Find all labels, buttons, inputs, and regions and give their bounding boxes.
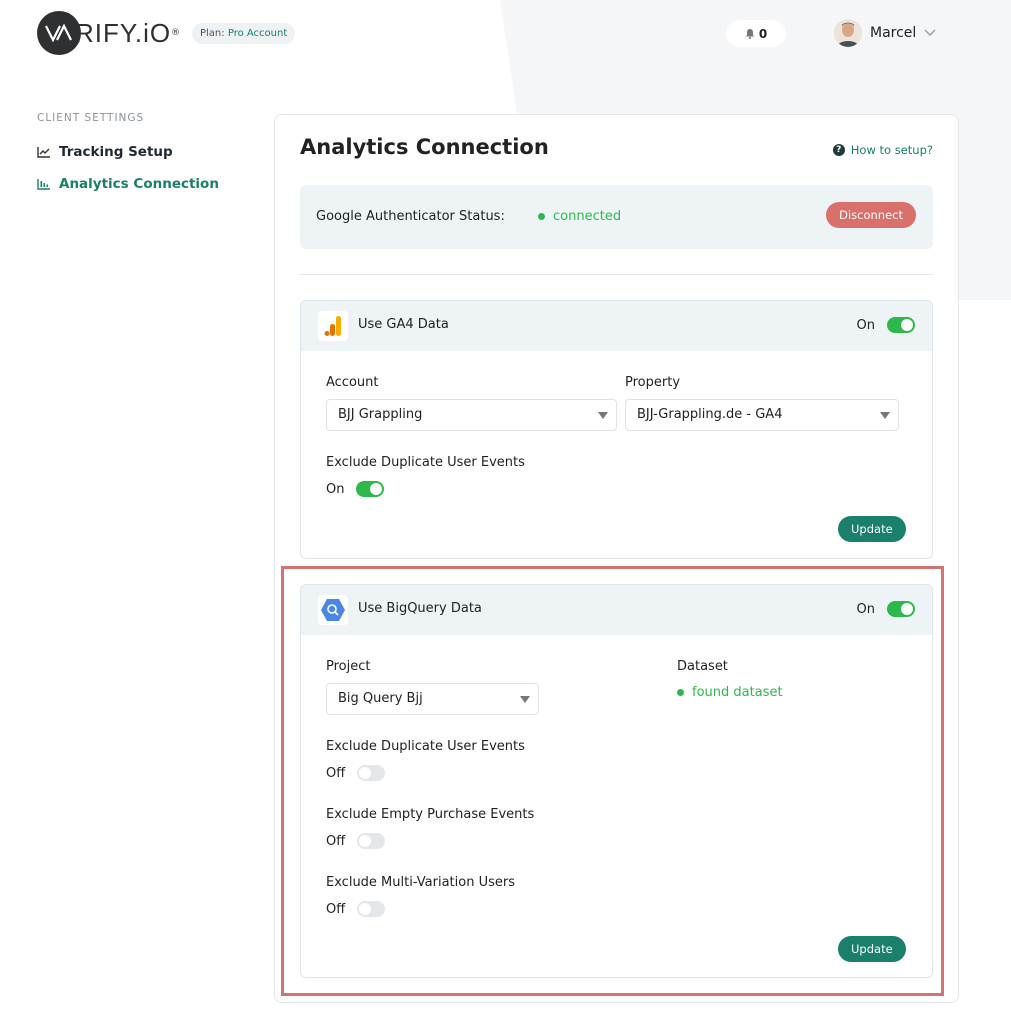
toggle-knob: [370, 483, 383, 495]
sidebar-heading: CLIENT SETTINGS: [37, 112, 145, 124]
user-menu[interactable]: Marcel: [834, 19, 936, 47]
help-icon: ?: [832, 144, 845, 156]
chevron-down-icon: [924, 29, 936, 36]
disconnect-button[interactable]: Disconnect: [826, 202, 916, 228]
ga4-section-header: Use GA4 Data On: [301, 301, 932, 351]
ga4-exclude-duplicate-toggle[interactable]: [356, 481, 385, 497]
user-name: Marcel: [870, 25, 917, 41]
how-to-setup-label: How to setup?: [850, 143, 933, 157]
ga4-section: Use GA4 Data On Account BJJ Grappling Pr…: [300, 300, 933, 559]
bigquery-icon: [318, 595, 348, 625]
auth-status-label: Google Authenticator Status:: [316, 209, 505, 224]
bq-exclude-multi-toggle[interactable]: [357, 901, 386, 917]
bq-exclude-duplicate-row: Off: [326, 765, 386, 781]
toggle-knob: [359, 903, 372, 915]
project-value: Big Query Bjj: [338, 691, 423, 706]
bq-exclude-empty-state: Off: [326, 833, 346, 849]
ga4-update-button[interactable]: Update: [838, 516, 906, 542]
avatar: [834, 19, 862, 47]
bigquery-section-header: Use BigQuery Data On: [301, 585, 932, 635]
sidebar-item-label: Tracking Setup: [59, 144, 173, 160]
bigquery-toggle-label: On: [856, 601, 875, 617]
sidebar-item-analytics-connection[interactable]: Analytics Connection: [37, 168, 257, 200]
ga4-exclude-duplicate-label: Exclude Duplicate User Events: [326, 455, 525, 470]
bq-exclude-multi-row: Off: [326, 901, 386, 917]
dataset-label: Dataset: [677, 659, 728, 674]
divider: [300, 274, 933, 275]
plan-badge: Plan: Pro Account: [192, 23, 296, 44]
status-dot-icon: [677, 689, 684, 696]
dataset-status-text: found dataset: [692, 685, 783, 700]
project-select[interactable]: Big Query Bjj: [326, 683, 539, 715]
bq-exclude-empty-row: Off: [326, 833, 386, 849]
bigquery-toggle-group: On: [857, 601, 915, 617]
bell-icon: [745, 29, 754, 39]
toggle-knob: [359, 835, 372, 847]
ga4-toggle-group: On: [857, 317, 915, 333]
caret-down-icon: [520, 696, 530, 703]
logo-text: RIFY.iO: [75, 17, 172, 48]
ga4-toggle[interactable]: [887, 317, 915, 333]
bq-exclude-duplicate-toggle[interactable]: [357, 765, 386, 781]
ga4-exclude-duplicate-state: On: [326, 481, 345, 497]
caret-down-icon: [880, 412, 890, 419]
notifications-button[interactable]: 0: [726, 20, 786, 47]
dataset-status: found dataset: [677, 685, 783, 700]
project-label: Project: [326, 659, 371, 674]
status-dot-icon: [538, 213, 545, 220]
settings-sidebar: CLIENT SETTINGS Tracking Setup Analytics…: [37, 112, 257, 200]
chart-line-icon: [37, 147, 50, 158]
ga4-section-title: Use GA4 Data: [358, 317, 449, 332]
account-label: Account: [326, 375, 379, 390]
property-select[interactable]: BJJ-Grappling.de - GA4: [625, 399, 899, 431]
caret-down-icon: [598, 412, 608, 419]
registered-mark: ®: [171, 28, 181, 38]
ga4-exclude-duplicate-row: On: [326, 481, 385, 497]
toggle-knob: [359, 767, 372, 779]
toggle-knob: [901, 319, 913, 331]
bq-exclude-empty-toggle[interactable]: [357, 833, 386, 849]
bq-exclude-duplicate-label: Exclude Duplicate User Events: [326, 739, 525, 754]
varify-logo[interactable]: RIFY.iO ®: [37, 11, 180, 55]
auth-status-text: connected: [553, 209, 622, 224]
bq-exclude-multi-label: Exclude Multi-Variation Users: [326, 875, 515, 890]
property-label: Property: [625, 375, 681, 390]
sidebar-item-tracking-setup[interactable]: Tracking Setup: [37, 136, 257, 168]
toggle-knob: [901, 603, 913, 615]
bq-exclude-duplicate-state: Off: [326, 765, 346, 781]
bigquery-section: Use BigQuery Data On Project Big Query B…: [300, 584, 933, 978]
bigquery-update-button[interactable]: Update: [838, 936, 906, 962]
account-value: BJJ Grappling: [338, 407, 423, 422]
bq-exclude-multi-state: Off: [326, 901, 346, 917]
chart-bar-icon: [37, 179, 50, 190]
how-to-setup-link[interactable]: ? How to setup?: [832, 143, 933, 157]
plan-value: Pro Account: [227, 28, 288, 39]
bq-exclude-empty-label: Exclude Empty Purchase Events: [326, 807, 535, 822]
property-value: BJJ-Grappling.de - GA4: [637, 407, 783, 422]
bigquery-section-title: Use BigQuery Data: [358, 601, 482, 616]
plan-prefix: Plan:: [200, 28, 225, 39]
account-select[interactable]: BJJ Grappling: [326, 399, 617, 431]
top-header: RIFY.iO ® Plan: Pro Account 0 Marcel: [0, 0, 1011, 70]
auth-status-value: connected: [538, 209, 621, 224]
bigquery-toggle[interactable]: [887, 601, 915, 617]
page-title: Analytics Connection: [300, 135, 549, 159]
notification-count: 0: [758, 26, 768, 41]
sidebar-item-label: Analytics Connection: [59, 176, 219, 192]
ga4-toggle-label: On: [856, 317, 875, 333]
analytics-connection-card: Analytics Connection ? How to setup? Goo…: [274, 114, 959, 1003]
google-analytics-icon: [318, 311, 348, 341]
auth-status-box: Google Authenticator Status: connected D…: [300, 185, 933, 249]
